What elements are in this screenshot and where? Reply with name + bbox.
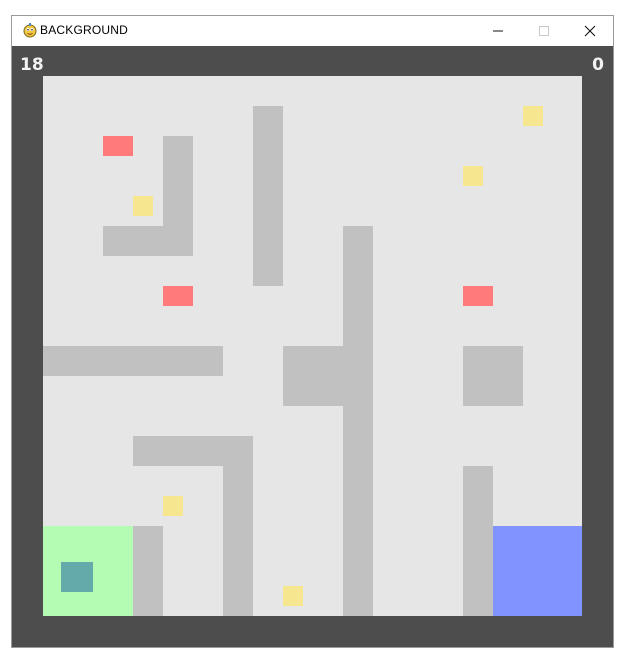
- wall: [133, 436, 253, 466]
- goal-zone: [493, 526, 582, 616]
- wall: [343, 226, 373, 616]
- wall: [223, 466, 253, 616]
- close-button[interactable]: [567, 16, 613, 46]
- coin: [463, 166, 483, 186]
- enemy-block: [103, 136, 133, 156]
- wall: [463, 346, 523, 406]
- coin: [163, 496, 183, 516]
- wall: [253, 106, 283, 286]
- close-icon: [584, 25, 596, 37]
- title-bar[interactable]: BACKGROUND: [12, 16, 613, 46]
- coin: [523, 106, 543, 126]
- pygame-snake-icon: [23, 23, 37, 38]
- game-board[interactable]: [43, 76, 582, 616]
- wall: [283, 346, 343, 406]
- timer-counter: 18: [20, 55, 44, 75]
- player-square[interactable]: [61, 562, 93, 592]
- wall: [103, 226, 193, 256]
- game-window: BACKGROUND 18 0: [12, 16, 613, 647]
- enemy-block: [163, 286, 193, 306]
- coin: [283, 586, 303, 606]
- minimize-icon: [493, 30, 503, 32]
- maximize-button[interactable]: [521, 16, 567, 46]
- enemy-block: [463, 286, 493, 306]
- minimize-button[interactable]: [475, 16, 521, 46]
- wall: [463, 466, 493, 616]
- wall: [133, 526, 163, 616]
- score-counter: 0: [592, 55, 604, 75]
- coin: [133, 196, 153, 216]
- wall: [43, 346, 223, 376]
- window-title: BACKGROUND: [40, 23, 129, 37]
- maximize-icon: [539, 26, 549, 36]
